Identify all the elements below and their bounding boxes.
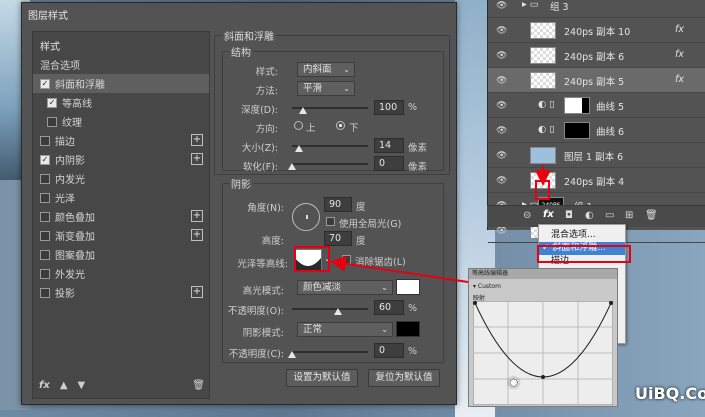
screen: { "dialog": { "title": "图层样式", "styles_h… — [0, 0, 705, 417]
wechat-icon: ◉ — [508, 375, 521, 390]
annotation-arrows — [330, 165, 551, 283]
watermark: ◉ — [508, 372, 520, 390]
watermark-text: UiBQ.CoM — [635, 384, 705, 403]
